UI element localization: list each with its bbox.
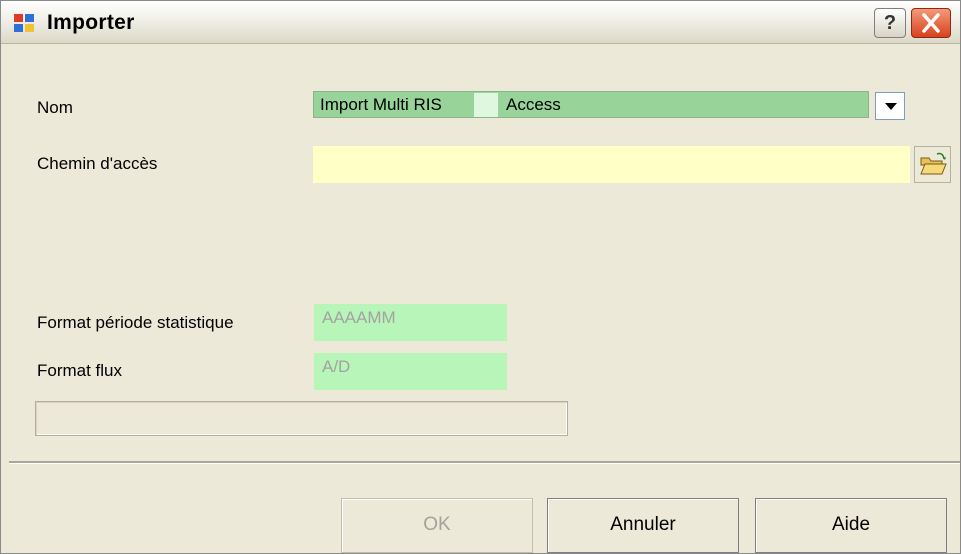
title-bar[interactable]: Importer ? [1,1,960,44]
nom-value-highlight [474,93,498,117]
close-button[interactable] [911,8,951,38]
chemin-label: Chemin d'accès [37,154,158,173]
importer-dialog: Importer ? Nom Import Multi RIS Access C… [0,0,961,554]
chemin-input[interactable] [313,146,910,183]
cancel-button[interactable]: Annuler [547,498,739,553]
close-icon [922,13,940,33]
format-flux-field: A/D [314,353,507,390]
dialog-title: Importer [47,11,135,34]
nom-combobox[interactable]: Import Multi RIS Access [313,91,869,118]
chevron-down-icon [885,103,897,110]
nom-value-part1: Import Multi RIS [320,95,442,114]
help-button[interactable]: Aide [755,498,947,553]
progress-bar [35,401,568,436]
folder-open-icon [920,152,947,175]
nom-value-part2: Access [506,95,561,114]
format-periode-label: Format période statistique [37,313,234,332]
ok-button[interactable]: OK [341,498,533,553]
nom-label: Nom [37,98,73,117]
format-periode-field: AAAAMM [314,304,507,341]
format-flux-label: Format flux [37,361,123,380]
nom-dropdown-button[interactable] [875,92,905,120]
help-title-button[interactable]: ? [874,8,906,38]
browse-button[interactable] [914,146,951,183]
app-window-icon [14,14,34,32]
